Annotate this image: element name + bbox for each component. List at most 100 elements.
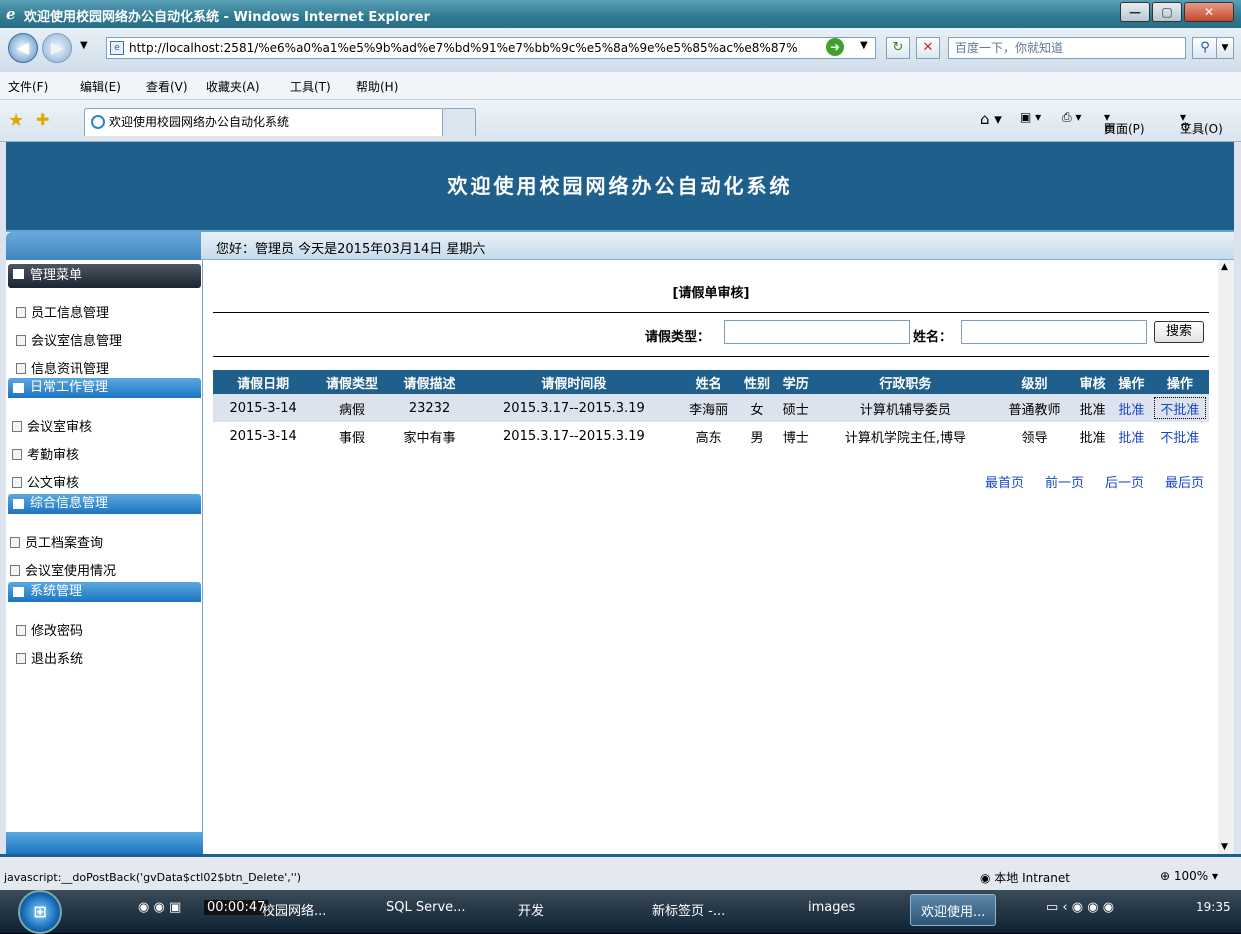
search-options-icon[interactable]: ▼ — [1216, 37, 1234, 59]
leave-type-input[interactable] — [724, 320, 910, 344]
sidebar-item-employee-info[interactable]: 员工信息管理 — [16, 302, 109, 321]
document-icon — [16, 307, 26, 318]
sidebar-item-label: 公文审核 — [27, 476, 80, 491]
back-button[interactable]: ◀ — [8, 33, 38, 63]
menu-view[interactable]: 查看(V) — [146, 78, 188, 95]
menu-file[interactable]: 文件(F) — [8, 78, 48, 95]
sidebar-item-change-password[interactable]: 修改密码 — [16, 620, 83, 639]
pager-next[interactable]: 后一页 — [1105, 472, 1144, 491]
sidebar-item-logout[interactable]: 退出系统 — [16, 648, 83, 667]
sidebar-section-system[interactable]: 系统管理 — [8, 582, 201, 602]
sidebar-item-attendance-audit[interactable]: 考勤审核 — [12, 444, 79, 463]
taskbar-item[interactable]: images — [808, 900, 855, 915]
taskbar-item[interactable]: 新标签页 -... — [652, 900, 725, 919]
taskbar-item[interactable]: 开发 — [518, 900, 544, 919]
sidebar: 管理菜单 员工信息管理 会议室信息管理 信息资讯管理 日常工作管理 会议室审核 … — [6, 260, 203, 854]
sidebar-section-label: 系统管理 — [30, 584, 83, 599]
scroll-down-icon[interactable]: ▼ — [1221, 842, 1228, 852]
new-tab-button[interactable] — [442, 108, 476, 136]
url-dropdown-icon[interactable]: ▼ — [860, 40, 868, 51]
name-input[interactable] — [961, 320, 1147, 344]
vertical-scrollbar[interactable]: ▲ ▼ — [1218, 260, 1234, 854]
approve-link[interactable]: 批准 — [1112, 422, 1151, 450]
table-row: 2015-3-14 事假 家中有事 2015.3.17--2015.3.19 高… — [213, 422, 1209, 450]
sidebar-item-news-info[interactable]: 信息资讯管理 — [16, 358, 109, 377]
menu-tools[interactable]: 工具(T) — [290, 78, 331, 95]
menu-help[interactable]: 帮助(H) — [356, 78, 398, 95]
minimize-button[interactable]: — — [1120, 2, 1150, 22]
go-icon[interactable]: ➜ — [826, 38, 844, 56]
cell: 女 — [737, 394, 777, 422]
history-dropdown-icon[interactable]: ▼ — [80, 40, 88, 51]
clock: 19:35 — [1196, 900, 1231, 914]
sidebar-item-label: 会议室信息管理 — [31, 334, 123, 349]
sidebar-menu-header: 管理菜单 — [8, 264, 201, 288]
print-icon[interactable]: ⎙ ▾ — [1062, 110, 1081, 125]
taskbar-item[interactable]: SQL Serve... — [386, 900, 466, 915]
pager-prev[interactable]: 前一页 — [1045, 472, 1084, 491]
tools-menu[interactable]: ⚙ 工具(O) ▾ — [1180, 110, 1223, 136]
stop-button[interactable]: ✕ — [916, 37, 940, 59]
search-input[interactable]: 百度一下，你就知道 — [948, 37, 1186, 59]
tab-current[interactable]: 欢迎使用校园网络办公自动化系统 — [84, 108, 444, 136]
cell: 硕士 — [776, 394, 816, 422]
status-bar: javascript:__doPostBack('gvData$ctl02$bt… — [0, 854, 1241, 890]
greeting-text: 您好：管理员 今天是2015年03月14日 星期六 — [216, 242, 486, 257]
sidebar-item-document-audit[interactable]: 公文审核 — [12, 472, 79, 491]
taskbar-item-active[interactable]: 欢迎使用... — [910, 894, 997, 926]
forward-button[interactable]: ▶ — [42, 33, 72, 63]
quicklaunch-icons[interactable]: ◉ ◉ ▣ — [138, 900, 181, 915]
reject-link[interactable]: 不批准 — [1150, 394, 1209, 422]
cell: 计算机学院主任,博导 — [844, 430, 966, 446]
document-icon — [16, 335, 26, 346]
document-icon — [16, 363, 26, 374]
site-banner: 欢迎使用校园网络办公自动化系统 — [6, 142, 1234, 230]
search-button[interactable]: ⚲ — [1192, 37, 1218, 59]
start-button[interactable]: ⊞ — [18, 890, 62, 934]
sidebar-section-integrated-info[interactable]: 综合信息管理 — [8, 494, 201, 514]
url-input[interactable]: e http://localhost:2581/%e6%a0%a1%e5%9b%… — [106, 37, 876, 59]
search-submit-button[interactable]: 搜索 — [1154, 321, 1204, 343]
scroll-up-icon[interactable]: ▲ — [1221, 262, 1228, 272]
sidebar-item-label: 会议室使用情况 — [25, 564, 117, 579]
section-icon — [13, 383, 24, 393]
pager-last[interactable]: 最后页 — [1165, 472, 1204, 491]
taskbar: ⊞ ◉ ◉ ▣ 00:00:47 校园网络... SQL Serve... 开发… — [0, 890, 1241, 934]
home-icon[interactable]: ⌂ ▾ — [980, 110, 1002, 128]
menu-edit[interactable]: 编辑(E) — [80, 78, 121, 95]
zoom-control[interactable]: ⊕ 100% ▾ — [1160, 869, 1218, 883]
document-icon — [12, 477, 22, 488]
taskbar-item[interactable]: 校园网络... — [262, 900, 326, 919]
sidebar-item-label: 修改密码 — [31, 624, 84, 639]
maximize-button[interactable]: ▢ — [1152, 2, 1182, 22]
menu-favorites[interactable]: 收藏夹(A) — [206, 78, 260, 95]
add-favorites-icon[interactable]: ✚ — [36, 110, 49, 129]
sidebar-item-meeting-room-info[interactable]: 会议室信息管理 — [16, 330, 122, 349]
cell: 家中有事 — [403, 430, 456, 446]
divider — [213, 356, 1209, 357]
url-text: http://localhost:2581/%e6%a0%a1%e5%9b%ad… — [129, 41, 798, 55]
reject-link[interactable]: 不批准 — [1151, 422, 1209, 450]
leave-type-label: 请假类型： — [645, 330, 711, 345]
sidebar-section-daily-work[interactable]: 日常工作管理 — [8, 378, 201, 398]
section-icon — [13, 499, 24, 509]
sidebar-item-meeting-audit[interactable]: 会议室审核 — [12, 416, 92, 435]
tray-icons[interactable]: ▭ ‹ ◉ ◉ ◉ — [1046, 900, 1114, 915]
document-icon — [16, 653, 26, 664]
feeds-icon[interactable]: ▣ ▾ — [1020, 110, 1041, 124]
pager-first[interactable]: 最首页 — [985, 472, 1024, 491]
sidebar-item-label: 会议室审核 — [27, 420, 93, 435]
cell: 李海丽 — [679, 394, 738, 422]
zoom-value: 100% — [1173, 869, 1209, 883]
page-menu[interactable]: ▤ 页面(P) ▾ — [1104, 110, 1145, 136]
sidebar-item-meeting-usage[interactable]: 会议室使用情况 — [10, 560, 116, 579]
close-button[interactable]: ✕ — [1184, 2, 1234, 22]
security-zone: ◉ 本地 Intranet — [980, 869, 1070, 886]
sidebar-section-label: 日常工作管理 — [30, 380, 109, 395]
favorites-star-icon[interactable]: ★ — [8, 110, 24, 131]
sidebar-item-employee-records[interactable]: 员工档案查询 — [10, 532, 103, 551]
cell: 计算机辅导委员 — [815, 394, 996, 422]
approve-link[interactable]: 批准 — [1111, 394, 1151, 422]
greeting-bar: 您好：管理员 今天是2015年03月14日 星期六 — [6, 230, 1234, 262]
refresh-button[interactable]: ↻ — [886, 37, 910, 59]
